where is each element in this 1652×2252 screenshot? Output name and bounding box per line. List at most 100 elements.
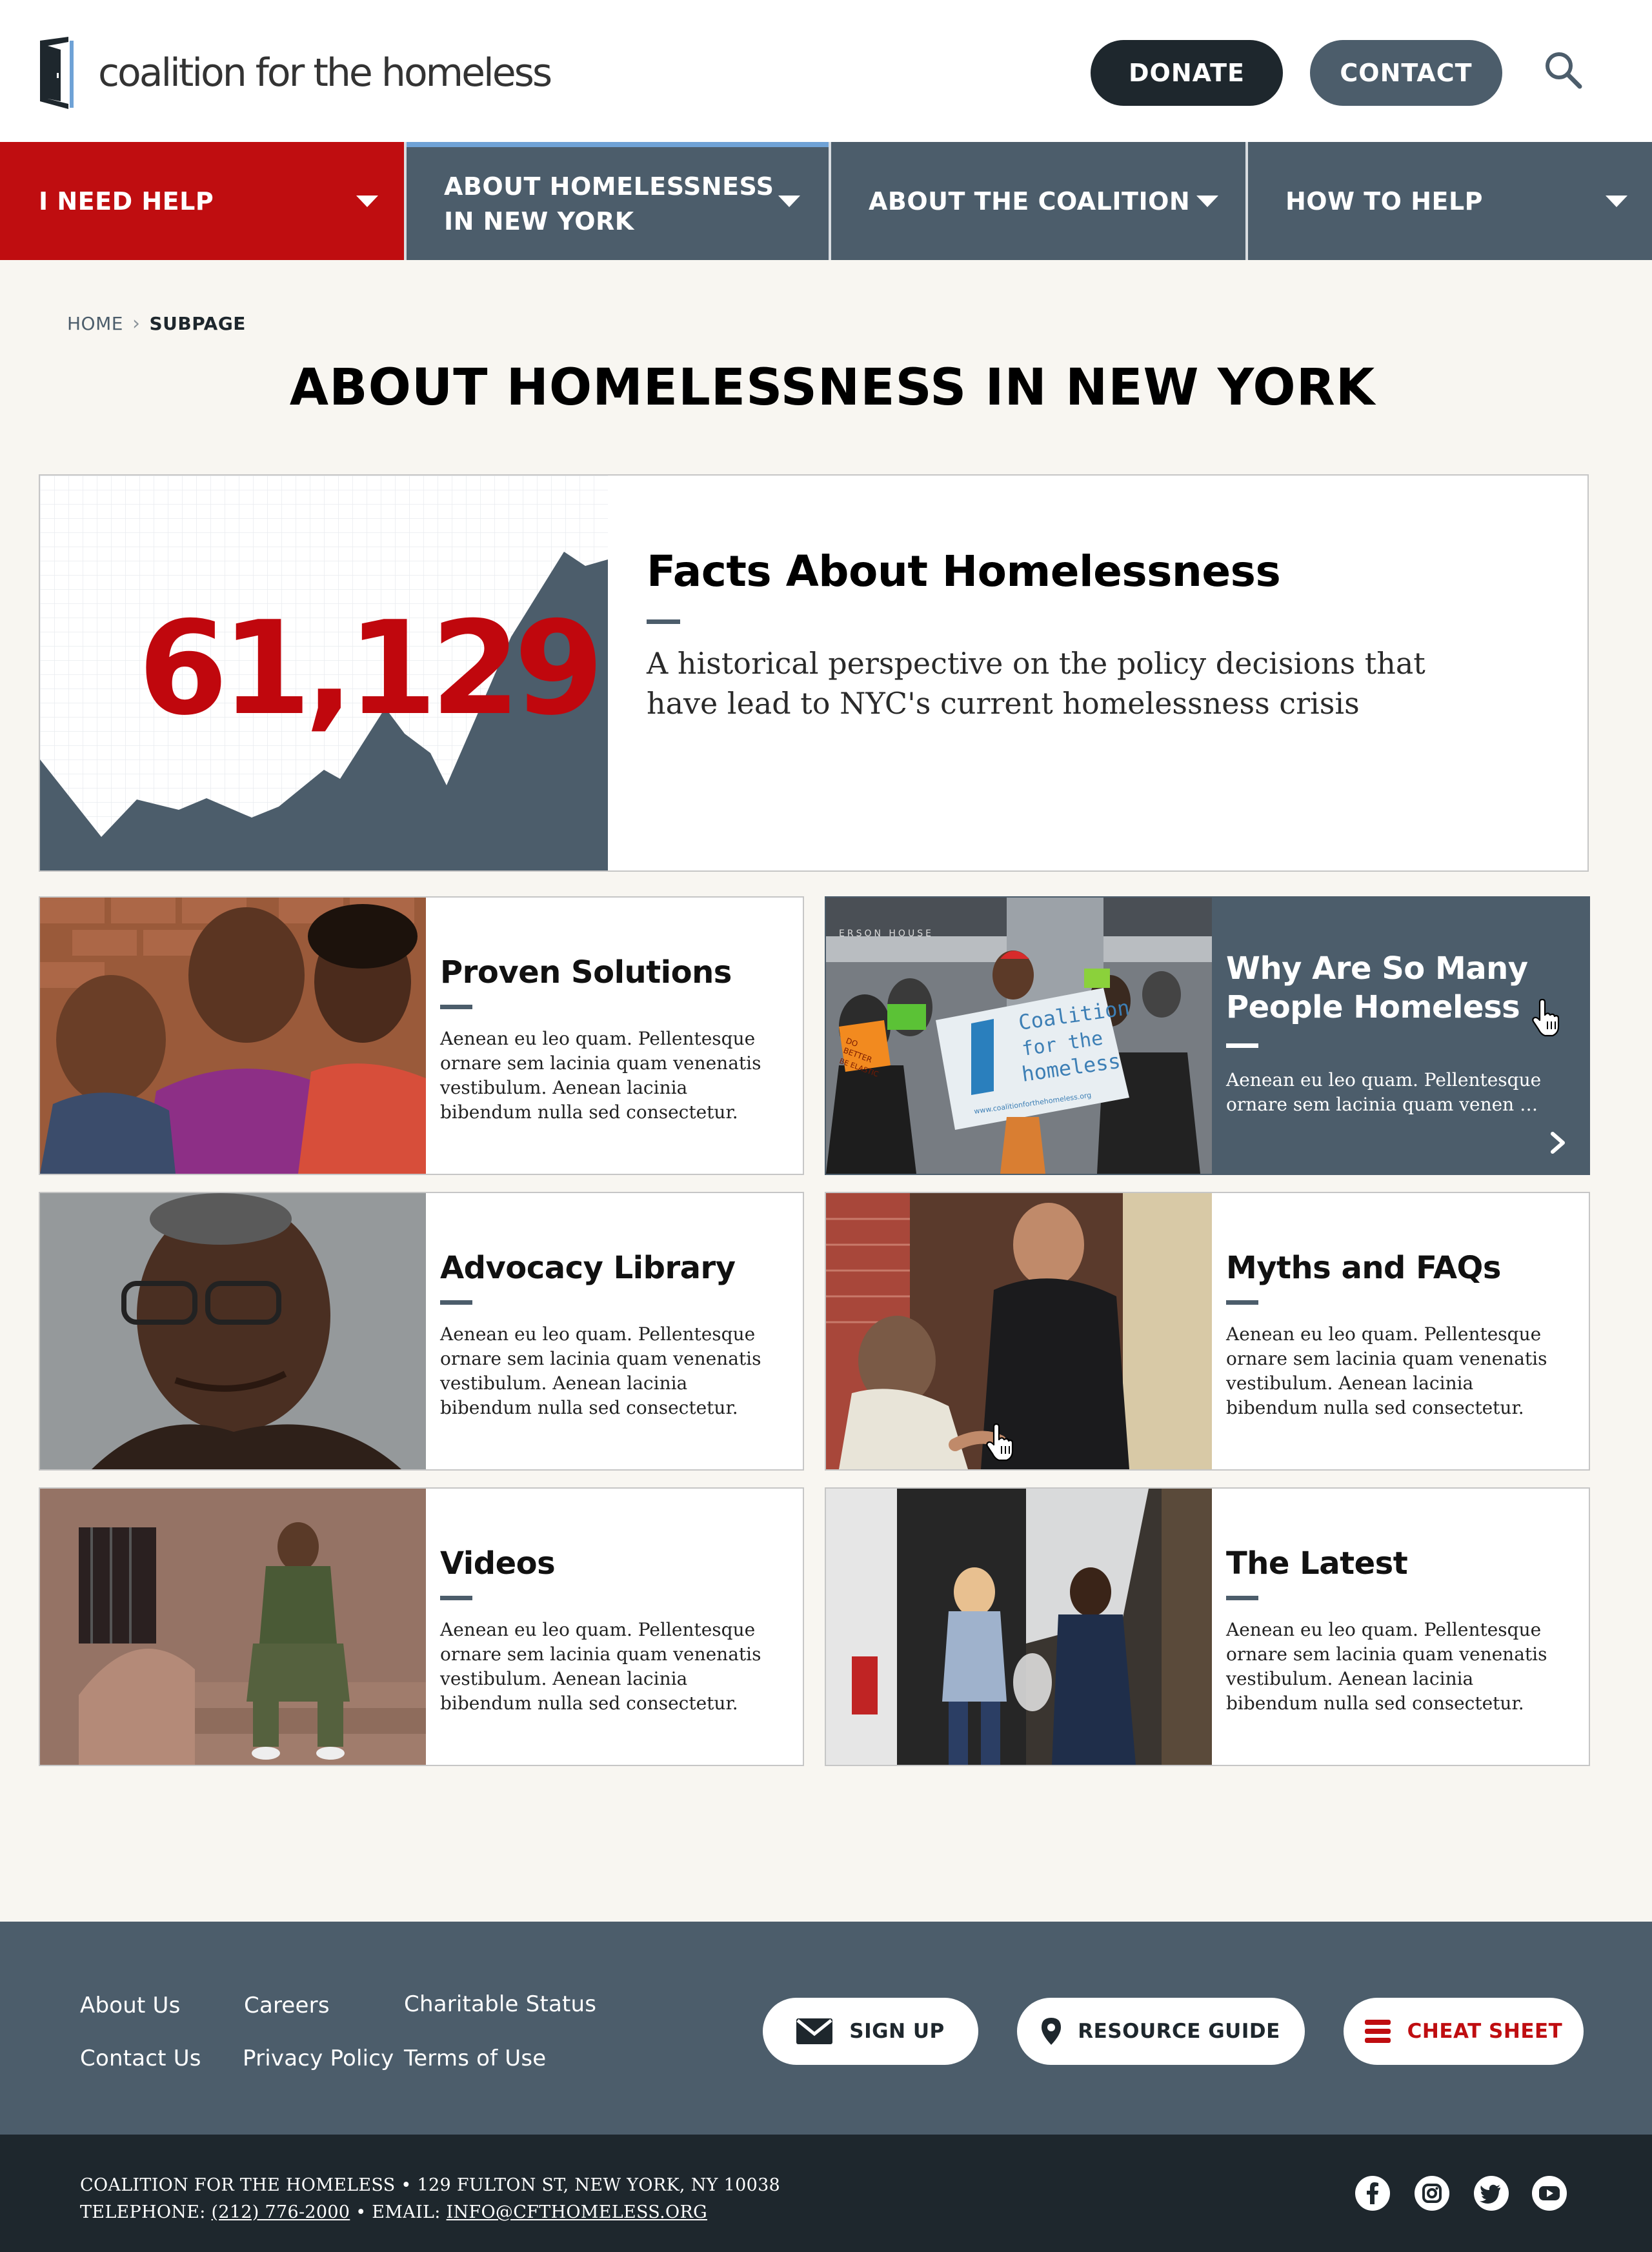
email-label: • EMAIL: — [356, 2202, 441, 2222]
nav-item-about-homelessness[interactable]: ABOUT HOMELESSNESS IN NEW YORK — [407, 142, 829, 260]
chevron-right-icon[interactable] — [1545, 1130, 1571, 1156]
logo-text: coalition for the homeless — [98, 50, 552, 96]
breadcrumb-current: SUBPAGE — [149, 313, 246, 334]
breadcrumb-separator-icon: › — [132, 312, 141, 335]
card-body: Myths and FAQs Aenean eu leo quam. Pelle… — [1226, 1193, 1575, 1469]
door-logo-icon — [40, 36, 74, 109]
card-body: The Latest Aenean eu leo quam. Pellentes… — [1226, 1489, 1575, 1765]
card-title: Proven Solutions — [440, 954, 732, 990]
footer-link-charitable-status[interactable]: Charitable Status — [404, 1991, 596, 2017]
caret-down-icon — [1606, 196, 1627, 207]
cheat-sheet-label: CHEAT SHEET — [1407, 2020, 1563, 2043]
nav-item-i-need-help[interactable]: I NEED HELP — [0, 142, 404, 260]
contact-info: COALITION FOR THE HOMELESS • 129 FULTON … — [80, 2172, 780, 2226]
donate-button[interactable]: DONATE — [1091, 40, 1283, 106]
rally-photo: ERSON HOUSE Coalition for the homeless w… — [826, 898, 1212, 1174]
hand-cursor-icon — [1532, 998, 1560, 1037]
accent-bar — [440, 1300, 472, 1305]
man-portrait-photo — [40, 1193, 426, 1469]
search-icon[interactable] — [1542, 49, 1584, 90]
facts-heading: Facts About Homelessness — [647, 547, 1281, 596]
facts-statistic: 61,129 — [138, 594, 604, 744]
accent-bar — [440, 1596, 472, 1600]
facts-description: A historical perspective on the policy d… — [647, 646, 1425, 721]
map-pin-icon — [1042, 2018, 1062, 2045]
footer-link-terms-of-use[interactable]: Terms of Use — [404, 2046, 546, 2071]
telephone-label: TELEPHONE: — [80, 2202, 206, 2222]
nav-label-line-1: ABOUT HOMELESSNESS — [444, 172, 774, 201]
youtube-icon[interactable] — [1532, 2176, 1567, 2211]
accent-bar — [1226, 1596, 1258, 1600]
card-text: Aenean eu leo quam. Pellentesque ornare … — [440, 1619, 761, 1714]
envelope-icon — [796, 2018, 833, 2044]
card-body: Proven Solutions Aenean eu leo quam. Pel… — [440, 898, 789, 1174]
card-videos[interactable]: Videos Aenean eu leo quam. Pellentesque … — [39, 1487, 804, 1766]
main-nav: I NEED HELP ABOUT HOMELESSNESS IN NEW YO… — [0, 142, 1652, 260]
card-title: Why Are So Many People Homeless — [1226, 950, 1528, 1025]
accent-bar — [1226, 1043, 1258, 1048]
address-line: COALITION FOR THE HOMELESS • 129 FULTON … — [80, 2175, 781, 2195]
nav-label-line-2: IN NEW YORK — [444, 206, 634, 236]
footer-link-privacy-policy[interactable]: Privacy Policy — [243, 2046, 394, 2071]
resource-guide-button[interactable]: RESOURCE GUIDE — [1017, 1998, 1305, 2065]
accent-bar — [1226, 1300, 1258, 1305]
twitter-icon[interactable] — [1474, 2176, 1509, 2211]
caret-down-icon — [1196, 196, 1218, 207]
breadcrumb-home-link[interactable]: HOME — [67, 313, 123, 334]
card-title: Videos — [440, 1545, 556, 1582]
site-header: coalition for the homeless DONATE CONTAC… — [0, 0, 1652, 142]
card-title: Advocacy Library — [440, 1250, 736, 1286]
contact-line: TELEPHONE: (212) 776-2000 • EMAIL: INFO@… — [80, 2199, 780, 2226]
telephone-link[interactable]: (212) 776-2000 — [212, 2202, 350, 2222]
man-on-stoop-photo — [40, 1489, 426, 1765]
breadcrumb: HOME › SUBPAGE — [67, 312, 246, 335]
card-text: Aenean eu leo quam. Pellentesque ornare … — [440, 1028, 761, 1123]
van-outreach-photo — [826, 1489, 1212, 1765]
card-body: Videos Aenean eu leo quam. Pellentesque … — [440, 1489, 789, 1765]
card-why-so-many-people-homeless[interactable]: ERSON HOUSE Coalition for the homeless w… — [825, 896, 1590, 1175]
card-text: Aenean eu leo quam. Pellentesque ornare … — [1226, 1619, 1547, 1714]
email-link[interactable]: INFO@CFTHOMELESS.ORG — [447, 2202, 707, 2222]
card-title: The Latest — [1226, 1545, 1408, 1582]
facebook-icon[interactable] — [1355, 2176, 1390, 2211]
nav-item-about-the-coalition[interactable]: ABOUT THE COALITION — [831, 142, 1245, 260]
photo-building-sign: ERSON HOUSE — [839, 929, 934, 939]
footer-link-careers[interactable]: Careers — [244, 1993, 330, 2018]
facts-card[interactable]: 61,129 Facts About Homelessness A histor… — [39, 474, 1589, 872]
card-text: Aenean eu leo quam. Pellentesque ornare … — [1226, 1069, 1542, 1115]
cheat-sheet-button[interactable]: CHEAT SHEET — [1344, 1998, 1584, 2065]
footer-bottom: COALITION FOR THE HOMELESS • 129 FULTON … — [0, 2135, 1652, 2252]
nav-item-how-to-help[interactable]: HOW TO HELP — [1248, 142, 1652, 260]
caret-down-icon — [356, 196, 378, 207]
card-title: Myths and FAQs — [1226, 1250, 1501, 1286]
footer-top: About Us Careers Charitable Status Conta… — [0, 1922, 1652, 2135]
handshake-photo — [826, 1193, 1212, 1469]
card-body: Why Are So Many People Homeless Aenean e… — [1226, 898, 1575, 1174]
instagram-icon[interactable] — [1415, 2176, 1449, 2211]
family-photo — [40, 898, 426, 1174]
sign-up-button[interactable]: SIGN UP — [763, 1998, 978, 2065]
nav-label: I NEED HELP — [39, 186, 214, 216]
footer-link-about-us[interactable]: About Us — [80, 1993, 181, 2018]
card-body: Advocacy Library Aenean eu leo quam. Pel… — [440, 1193, 789, 1469]
hand-cursor-icon — [986, 1423, 1014, 1462]
card-myths-and-faqs[interactable]: Myths and FAQs Aenean eu leo quam. Pelle… — [825, 1192, 1590, 1471]
card-text: Aenean eu leo quam. Pellentesque ornare … — [1226, 1323, 1547, 1418]
sign-up-label: SIGN UP — [849, 2020, 945, 2043]
nav-label: ABOUT THE COALITION — [869, 186, 1191, 216]
card-advocacy-library[interactable]: Advocacy Library Aenean eu leo quam. Pel… — [39, 1192, 804, 1471]
resource-guide-label: RESOURCE GUIDE — [1078, 2020, 1280, 2043]
list-icon — [1364, 2018, 1391, 2044]
caret-down-icon — [778, 196, 800, 207]
nav-label: HOW TO HELP — [1285, 186, 1484, 216]
card-text: Aenean eu leo quam. Pellentesque ornare … — [440, 1323, 761, 1418]
accent-bar — [440, 1005, 472, 1009]
footer-link-contact-us[interactable]: Contact Us — [80, 2046, 201, 2071]
nav-label: ABOUT HOMELESSNESS IN NEW YORK — [444, 169, 774, 239]
site-logo[interactable]: coalition for the homeless — [37, 35, 552, 110]
contact-button[interactable]: CONTACT — [1310, 40, 1502, 106]
card-proven-solutions[interactable]: Proven Solutions Aenean eu leo quam. Pel… — [39, 896, 804, 1175]
accent-bar — [647, 619, 680, 624]
card-the-latest[interactable]: The Latest Aenean eu leo quam. Pellentes… — [825, 1487, 1590, 1766]
page-title: ABOUT HOMELESSNESS IN NEW YORK — [289, 359, 1376, 417]
